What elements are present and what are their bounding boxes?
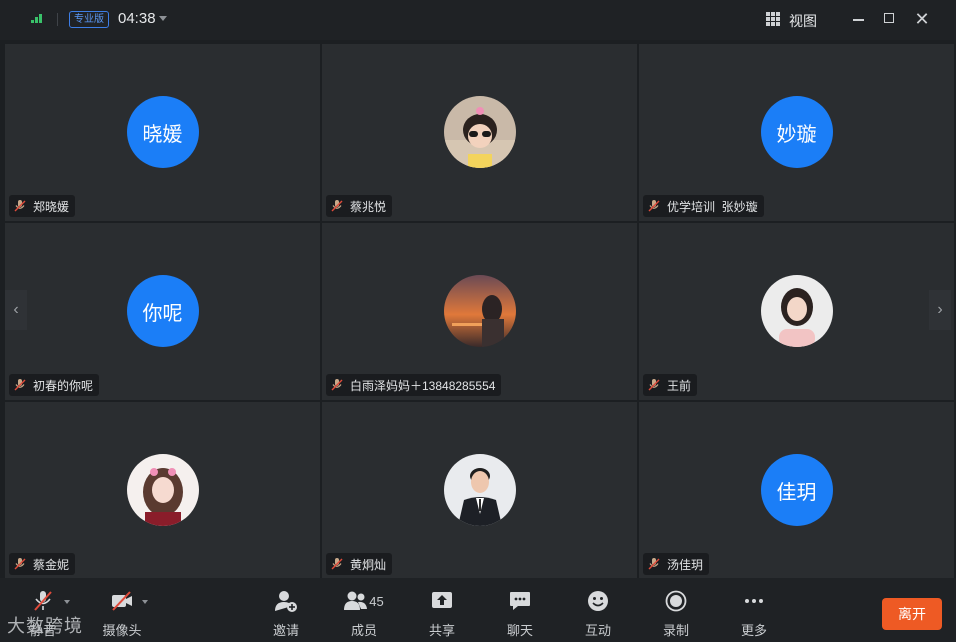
avatar: 你呢 [126, 275, 199, 347]
avatar: 晓媛 [126, 96, 199, 168]
avatar-photo [760, 275, 833, 347]
avatar: 妙璇 [760, 96, 833, 168]
avatar [443, 454, 516, 526]
mic-muted-icon [34, 591, 52, 611]
participant-nametag: 蔡金妮 [9, 553, 76, 575]
participant-nametag: 蔡兆悦 [326, 195, 393, 217]
participant-name: 优学培训 张妙璇 [667, 199, 758, 214]
chat-label: 聊天 [506, 623, 533, 638]
smiley-icon [588, 591, 608, 611]
interact-button[interactable]: 互动 [568, 588, 628, 639]
invite-label: 邀请 [272, 623, 299, 638]
participant-tile[interactable]: 黄炯灿 [322, 402, 637, 579]
next-page-button[interactable]: › [929, 290, 951, 330]
participant-name: 郑晓媛 [33, 199, 70, 214]
participant-name: 汤佳玥 [667, 557, 704, 572]
participant-tile[interactable]: 晓媛 郑晓媛 [5, 44, 320, 221]
share-screen-icon [432, 592, 452, 608]
record-label: 录制 [662, 623, 689, 638]
participant-tile[interactable]: 王前 [639, 223, 954, 400]
more-icon [745, 599, 763, 603]
avatar [443, 96, 516, 168]
share-button[interactable]: 共享 [412, 588, 472, 639]
participant-grid: 晓媛 郑晓媛 蔡兆悦 妙璇 优学培训 张妙璇 你呢 初春的你呢 白雨泽妈妈＋13… [5, 44, 954, 579]
mic-muted-icon [14, 558, 26, 570]
view-button[interactable]: 视图 [789, 11, 817, 31]
share-label: 共享 [428, 623, 455, 638]
signal-icon [31, 13, 43, 23]
avatar-photo [443, 96, 516, 168]
participant-name: 初春的你呢 [33, 378, 94, 393]
members-label: 成员 [350, 623, 377, 638]
participant-tile[interactable]: 佳玥 汤佳玥 [639, 402, 954, 579]
mic-muted-icon [331, 558, 343, 570]
participant-nametag: 郑晓媛 [9, 195, 76, 217]
participant-tile[interactable]: 妙璇 优学培训 张妙璇 [639, 44, 954, 221]
minimize-button[interactable] [850, 10, 868, 28]
chevron-down-icon[interactable] [142, 600, 148, 604]
members-button[interactable]: 45 成员 [334, 588, 394, 639]
participant-nametag: 黄炯灿 [326, 553, 393, 575]
members-icon [344, 591, 368, 610]
camera-label: 摄像头 [102, 623, 142, 638]
mic-muted-icon [331, 200, 343, 212]
interact-label: 互动 [584, 623, 611, 638]
mic-muted-icon [331, 379, 343, 391]
close-button[interactable]: ✕ [913, 10, 931, 28]
participant-tile[interactable]: 蔡兆悦 [322, 44, 637, 221]
grid-view-icon[interactable] [766, 12, 780, 26]
mic-muted-icon [648, 200, 660, 212]
edition-badge: 专业版 [69, 11, 109, 28]
participant-nametag: 王前 [643, 374, 698, 396]
participant-nametag: 白雨泽妈妈＋13848285554 [326, 374, 502, 396]
avatar-photo [443, 454, 516, 526]
more-button[interactable]: 更多 [724, 588, 784, 639]
chat-button[interactable]: 聊天 [490, 588, 550, 639]
participant-tile[interactable]: 你呢 初春的你呢 [5, 223, 320, 400]
participant-name: 白雨泽妈妈＋13848285554 [350, 378, 496, 393]
title-bar: 专业版 04:38 视图 ✕ [0, 0, 956, 40]
participant-nametag: 优学培训 张妙璇 [643, 195, 764, 217]
participant-name: 蔡兆悦 [350, 199, 387, 214]
avatar-photo [443, 275, 516, 347]
avatar-photo [126, 454, 199, 526]
avatar [126, 454, 199, 526]
participant-name: 王前 [667, 378, 692, 393]
prev-page-button[interactable]: ‹ [5, 290, 27, 330]
mic-muted-icon [14, 200, 26, 212]
more-label: 更多 [740, 623, 767, 638]
participant-nametag: 汤佳玥 [643, 553, 710, 575]
mic-muted-icon [648, 379, 660, 391]
mic-muted-icon [14, 379, 26, 391]
participant-name: 蔡金妮 [33, 557, 70, 572]
record-icon [665, 590, 687, 612]
participant-name: 黄炯灿 [350, 557, 387, 572]
avatar [443, 275, 516, 347]
participant-tile[interactable]: 白雨泽妈妈＋13848285554 [322, 223, 637, 400]
meeting-timer[interactable]: 04:38 [118, 10, 156, 27]
chevron-down-icon[interactable] [64, 600, 70, 604]
divider [57, 13, 58, 26]
add-user-icon [275, 591, 297, 612]
camera-off-icon [112, 591, 132, 611]
watermark: 大数跨境 [7, 616, 83, 636]
avatar: 佳玥 [760, 454, 833, 526]
maximize-button[interactable] [881, 10, 899, 28]
invite-button[interactable]: 邀请 [256, 588, 316, 639]
record-button[interactable]: 录制 [646, 588, 706, 639]
meeting-toolbar: 静音 摄像头 邀请 45 成员 共享 聊天 互动 录制 更多 [0, 578, 956, 642]
chevron-down-icon[interactable] [159, 16, 167, 21]
chat-icon [510, 592, 530, 610]
avatar [760, 275, 833, 347]
members-count: 45 [369, 593, 384, 609]
participant-tile[interactable]: 蔡金妮 [5, 402, 320, 579]
mic-muted-icon [648, 558, 660, 570]
leave-button[interactable]: 离开 [882, 598, 942, 630]
camera-button[interactable]: 摄像头 [92, 588, 152, 639]
participant-nametag: 初春的你呢 [9, 374, 100, 396]
